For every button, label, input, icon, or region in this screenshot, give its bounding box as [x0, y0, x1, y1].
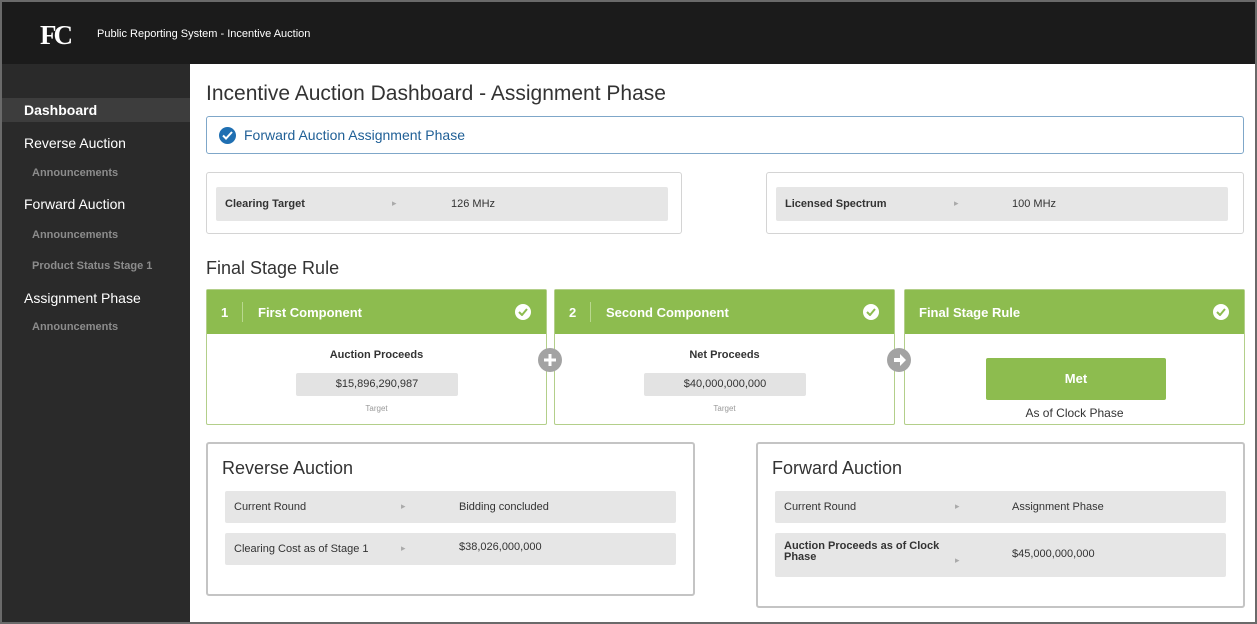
component-number: 2 — [569, 305, 577, 320]
reverse-auction-card: Reverse Auction Current Round ▸ Bidding … — [206, 442, 695, 596]
forward-current-round-row: Current Round ▸ Assignment Phase — [775, 491, 1226, 523]
reverse-current-round-row: Current Round ▸ Bidding concluded — [225, 491, 676, 523]
page-title: Incentive Auction Dashboard - Assignment… — [206, 82, 666, 105]
sidebar-item-forward-announcements[interactable]: Announcements — [2, 225, 190, 245]
final-stage-rule-header: Final Stage Rule — [905, 290, 1244, 334]
reverse-current-round-label: Current Round — [234, 501, 307, 513]
forward-proceeds-row: Auction Proceeds as of Clock Phase ▸ $45… — [775, 533, 1226, 577]
caret-right-icon: ▸ — [955, 555, 960, 565]
licensed-spectrum-label: Licensed Spectrum — [785, 198, 887, 210]
component-number: 1 — [221, 305, 229, 320]
net-proceeds-target-label: Target — [713, 404, 736, 413]
final-stage-heading: Final Stage Rule — [206, 258, 340, 278]
app-window: FC Public Reporting System - Incentive A… — [0, 0, 1257, 624]
sidebar-item-reverse-announcements[interactable]: Announcements — [2, 163, 190, 183]
check-circle-icon — [863, 304, 879, 320]
forward-proceeds-value: $45,000,000,000 — [1012, 548, 1095, 560]
header-divider — [242, 302, 243, 322]
fcc-logo[interactable]: FC — [40, 20, 73, 51]
clearing-target-value: 126 MHz — [451, 198, 496, 210]
check-circle-icon — [219, 127, 236, 144]
caret-right-icon: ▸ — [955, 501, 960, 511]
reverse-clearing-cost-row: Clearing Cost as of Stage 1 ▸ $38,026,00… — [225, 533, 676, 565]
clearing-target-label: Clearing Target — [225, 198, 305, 210]
reverse-clearing-cost-label: Clearing Cost as of Stage 1 — [234, 543, 369, 555]
app-title: Public Reporting System - Incentive Auct… — [97, 28, 311, 40]
licensed-spectrum-value: 100 MHz — [1012, 198, 1057, 210]
sidebar-item-reverse-auction[interactable]: Reverse Auction — [2, 131, 190, 155]
sidebar-item-product-status[interactable]: Product Status Stage 1 — [2, 256, 190, 276]
forward-proceeds-label: Auction Proceeds as of Clock Phase — [784, 540, 940, 563]
sidebar-item-assignment-announcements[interactable]: Announcements — [2, 317, 190, 337]
second-component-title: Second Component — [606, 305, 729, 320]
forward-current-round-value: Assignment Phase — [1012, 501, 1104, 513]
reverse-current-round-value: Bidding concluded — [459, 501, 549, 513]
second-component-header: 2 Second Component — [555, 290, 894, 334]
licensed-spectrum-card: Licensed Spectrum ▸ 100 MHz — [766, 172, 1244, 234]
sidebar: Dashboard Reverse Auction Announcements … — [2, 64, 190, 622]
top-bar: FC Public Reporting System - Incentive A… — [2, 2, 1255, 64]
phase-banner-text: Forward Auction Assignment Phase — [244, 127, 466, 143]
forward-current-round-label: Current Round — [784, 501, 857, 513]
caret-right-icon: ▸ — [401, 543, 406, 553]
sidebar-item-assignment-phase[interactable]: Assignment Phase — [2, 286, 190, 310]
reverse-auction-title: Reverse Auction — [222, 458, 354, 478]
final-stage-rule-title: Final Stage Rule — [919, 305, 1021, 320]
second-component-card: 2 Second Component Net Proceeds $40,000,… — [554, 289, 895, 425]
caret-right-icon: ▸ — [392, 198, 397, 208]
clearing-target-card: Clearing Target ▸ 126 MHz — [206, 172, 682, 234]
auction-proceeds-value: $15,896,290,987 — [296, 373, 458, 396]
sidebar-item-dashboard[interactable]: Dashboard — [2, 98, 190, 122]
auction-proceeds-label: Auction Proceeds — [329, 349, 424, 361]
check-circle-icon — [515, 304, 531, 320]
forward-auction-title: Forward Auction — [772, 458, 903, 478]
final-stage-rule-card: Final Stage Rule Met As of Clock Phase — [904, 289, 1245, 425]
reverse-clearing-cost-value: $38,026,000,000 — [459, 541, 542, 553]
plus-circle-icon — [538, 348, 562, 372]
forward-auction-card: Forward Auction Current Round ▸ Assignme… — [756, 442, 1245, 608]
sidebar-item-forward-auction[interactable]: Forward Auction — [2, 192, 190, 216]
first-component-header: 1 First Component — [207, 290, 546, 334]
first-component-title: First Component — [258, 305, 362, 320]
met-status-badge: Met — [986, 358, 1166, 400]
caret-right-icon: ▸ — [401, 501, 406, 511]
net-proceeds-label: Net Proceeds — [689, 349, 760, 361]
arrow-right-circle-icon — [887, 348, 911, 372]
auction-proceeds-target-label: Target — [365, 404, 388, 413]
net-proceeds-value: $40,000,000,000 — [644, 373, 806, 396]
caret-right-icon: ▸ — [954, 198, 959, 208]
phase-banner: Forward Auction Assignment Phase — [206, 116, 1244, 154]
first-component-card: 1 First Component Auction Proceeds $15,8… — [206, 289, 547, 425]
check-circle-icon — [1213, 304, 1229, 320]
main-content: Incentive Auction Dashboard - Assignment… — [190, 64, 1255, 622]
met-status-caption: As of Clock Phase — [1025, 406, 1124, 420]
clearing-target-row: Clearing Target ▸ 126 MHz — [216, 187, 668, 221]
licensed-spectrum-row: Licensed Spectrum ▸ 100 MHz — [776, 187, 1228, 221]
header-divider — [590, 302, 591, 322]
